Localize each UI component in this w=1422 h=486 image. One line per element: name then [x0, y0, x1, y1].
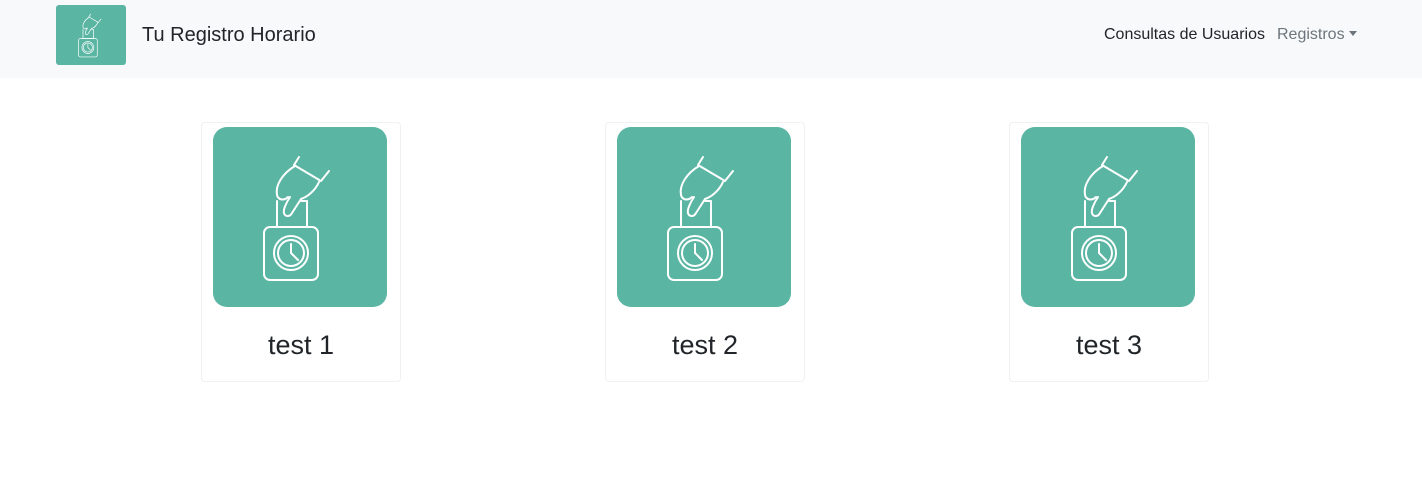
- card-image: [1021, 127, 1195, 307]
- card-title: test 3: [1075, 330, 1143, 360]
- brand-name[interactable]: Tu Registro Horario: [142, 23, 316, 47]
- time-clock-punch-icon: [73, 12, 109, 58]
- navbar: Tu Registro Horario Consultas de Usuario…: [0, 0, 1422, 78]
- nav-link-label: Consultas de Usuarios: [1104, 26, 1265, 43]
- caret-down-icon: [1348, 31, 1357, 36]
- card-image: [213, 127, 387, 307]
- card-test-1[interactable]: test 1: [201, 122, 401, 382]
- card-test-3[interactable]: test 3: [1009, 122, 1209, 382]
- time-clock-punch-icon: [257, 151, 343, 283]
- card-title: test 2: [671, 330, 739, 360]
- nav-link-label: Registros: [1277, 26, 1345, 43]
- brand-logo[interactable]: [56, 5, 126, 65]
- nav-dropdown-registros[interactable]: Registros: [1277, 25, 1357, 45]
- time-clock-punch-icon: [661, 151, 747, 283]
- card-image: [617, 127, 791, 307]
- card-title: test 1: [267, 330, 335, 360]
- time-clock-punch-icon: [1065, 151, 1151, 283]
- card-test-2[interactable]: test 2: [605, 122, 805, 382]
- nav-link-consultas-usuarios[interactable]: Consultas de Usuarios: [1104, 25, 1265, 45]
